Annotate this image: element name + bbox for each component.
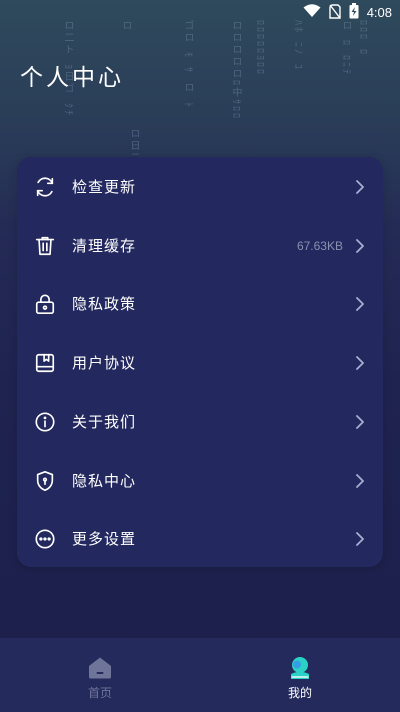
menu-item-label: 清理缓存 (72, 237, 137, 255)
wifi-icon (303, 4, 321, 21)
chevron-right-icon (353, 414, 367, 429)
menu-item-label: 检查更新 (72, 178, 137, 196)
chevron-right-icon (353, 296, 367, 311)
menu-item-privacy-policy[interactable]: 隐私政策 (17, 274, 383, 333)
status-time: 4:08 (366, 5, 392, 20)
document-icon (33, 351, 57, 375)
menu-item-check-update[interactable]: 检查更新 (17, 157, 383, 216)
more-icon (33, 527, 57, 551)
menu-item-label: 关于我们 (72, 413, 137, 431)
bottom-nav: 首页 我的 (0, 638, 400, 712)
nav-label: 首页 (87, 686, 112, 700)
cache-size-value: 67.63KB (296, 238, 343, 253)
refresh-icon (33, 175, 57, 199)
chevron-right-icon (353, 179, 367, 194)
page-title: 个人中心 (20, 65, 124, 91)
screen: ロ二ト ﾖ日ゴ ｸﾁ ロ ロ日二 ゴロ ﾓ ｻ ロ ﾄ ロロロロロﾛ中ｻﾛﾛ ﾛ… (0, 0, 400, 712)
info-icon (33, 410, 57, 434)
menu-item-label: 更多设置 (72, 530, 137, 548)
status-bar: 4:08 (0, 0, 400, 24)
matrix-background-decoration: ロ二ト ﾖ日ゴ ｸﾁ ロ ロ日二 ゴロ ﾓ ｻ ロ ﾄ ロロロロロﾛ中ｻﾛﾛ ﾛ… (62, 20, 368, 164)
menu-item-privacy-center[interactable]: 隐私中心 (17, 451, 383, 510)
home-icon (88, 656, 112, 680)
nav-label: 我的 (287, 686, 312, 700)
menu-item-label: 用户协议 (72, 354, 137, 372)
chevron-right-icon (353, 238, 367, 253)
menu-item-label: 隐私中心 (72, 472, 137, 490)
chevron-right-icon (353, 473, 367, 488)
trash-icon (33, 234, 57, 258)
menu-item-clear-cache[interactable]: 清理缓存 67.63KB (17, 216, 383, 275)
chevron-right-icon (353, 531, 367, 546)
nav-item-mine[interactable]: 我的 (200, 638, 400, 712)
settings-card: 检查更新 清理缓存 67.63KB 隐私政策 用户协议 关于我们 隐私中心 更多… (17, 157, 383, 567)
menu-item-more-settings[interactable]: 更多设置 (17, 509, 383, 568)
nav-item-home[interactable]: 首页 (0, 638, 200, 712)
menu-item-label: 隐私政策 (72, 295, 137, 313)
battery-charging-icon (349, 3, 359, 22)
chevron-right-icon (353, 355, 367, 370)
profile-icon (288, 656, 312, 680)
shield-icon (33, 469, 57, 493)
menu-item-user-agreement[interactable]: 用户协议 (17, 333, 383, 392)
no-sim-icon (328, 3, 341, 22)
lock-icon (33, 292, 57, 316)
menu-item-about-us[interactable]: 关于我们 (17, 392, 383, 451)
